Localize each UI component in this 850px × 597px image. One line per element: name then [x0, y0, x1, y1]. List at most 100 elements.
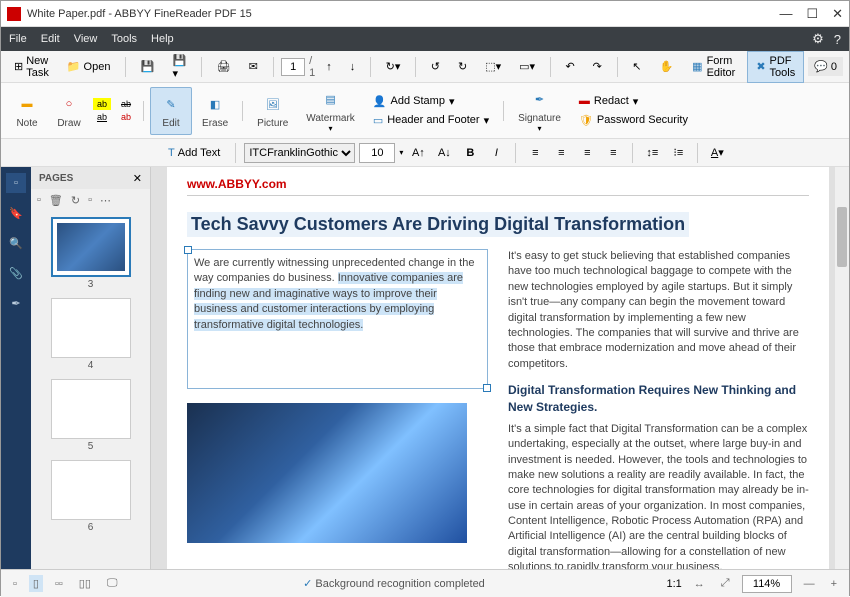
selected-textbox[interactable]: We are currently witnessing unprecedente…: [187, 249, 488, 389]
increase-font-button[interactable]: A↑: [407, 143, 429, 163]
help-icon[interactable]: ?: [834, 32, 841, 47]
menu-edit[interactable]: Edit: [41, 33, 60, 45]
menu-tools[interactable]: Tools: [111, 33, 137, 45]
new-task-button[interactable]: ⊞New Task: [7, 51, 56, 83]
bullet-list-button[interactable]: ⁝≡: [667, 143, 689, 163]
fullscreen-button[interactable]: 🖵: [103, 575, 122, 592]
undo-button[interactable]: ↶: [558, 56, 581, 77]
fit-page-button[interactable]: ⤢: [717, 575, 734, 592]
line-spacing-button[interactable]: ↕≡: [641, 143, 663, 163]
search-button[interactable]: 🔍: [6, 233, 26, 253]
attachments-button[interactable]: 📎: [6, 263, 26, 283]
thumbnail-3[interactable]: 3: [37, 217, 144, 290]
delete-page-button[interactable]: 🗑: [49, 194, 63, 207]
crop-button[interactable]: ⬚▾: [478, 56, 508, 77]
ratio-label: 1:1: [666, 578, 681, 590]
pages-panel-button[interactable]: ▫: [6, 173, 26, 193]
menu-view[interactable]: View: [74, 33, 98, 45]
fit-width-button[interactable]: ↔: [690, 576, 709, 592]
align-right-button[interactable]: ≡: [576, 143, 598, 163]
page-down-button[interactable]: ↓: [343, 57, 363, 77]
print-button[interactable]: 🖨: [210, 56, 238, 77]
page-up-button[interactable]: ↑: [319, 57, 339, 77]
font-size-input[interactable]: [359, 143, 395, 163]
menubar: File Edit View Tools Help ⚙ ?: [1, 27, 849, 51]
zoom-out-button[interactable]: —: [800, 576, 819, 592]
align-left-button[interactable]: ≡: [524, 143, 546, 163]
align-center-button[interactable]: ≡: [550, 143, 572, 163]
document-view[interactable]: www.ABBYY.com Tech Savvy Customers Are D…: [151, 167, 849, 569]
thumbnail-5[interactable]: 5: [37, 379, 144, 452]
tools-icon: ✖: [756, 60, 765, 73]
zoom-in-button[interactable]: +: [827, 576, 841, 592]
signatures-button[interactable]: ✒: [6, 293, 26, 313]
save-button[interactable]: 💾: [134, 56, 162, 77]
highlight-button[interactable]: ab: [93, 111, 111, 123]
email-button[interactable]: ✉: [242, 56, 265, 77]
page-count: / 1: [309, 55, 315, 79]
add-page-button[interactable]: ▫: [37, 194, 41, 206]
signature-button[interactable]: ✒Signature▾: [510, 87, 569, 135]
add-text-button[interactable]: TAdd Text: [161, 143, 227, 163]
page-number-input[interactable]: [281, 58, 305, 76]
highlight-yellow-button[interactable]: ab: [93, 98, 111, 110]
two-continuous-button[interactable]: ▯▯: [75, 575, 95, 592]
redact-button[interactable]: ▬Redact▾: [577, 93, 690, 110]
note-button[interactable]: ▬Note: [7, 87, 47, 135]
menu-file[interactable]: File: [9, 33, 27, 45]
rotate-right-button[interactable]: ↻: [451, 56, 474, 77]
password-security-button[interactable]: 🛡Password Security: [577, 112, 690, 129]
page-tool-button[interactable]: ▭▾: [512, 56, 542, 77]
picture-button[interactable]: 🖼Picture: [249, 87, 296, 135]
doc-image[interactable]: [187, 403, 467, 543]
zoom-input[interactable]: [742, 575, 792, 593]
minimize-button[interactable]: —: [779, 6, 792, 22]
draw-button[interactable]: ○Draw: [49, 87, 89, 135]
thumbnail-4[interactable]: 4: [37, 298, 144, 371]
more-button[interactable]: ⋯: [100, 194, 111, 207]
thumbnail-6[interactable]: 6: [37, 460, 144, 533]
doc-paragraph[interactable]: It's a simple fact that Digital Transfor…: [508, 422, 809, 569]
strikeout-button[interactable]: ab: [117, 98, 135, 110]
maximize-button[interactable]: ☐: [806, 6, 818, 22]
continuous-button[interactable]: ▯: [29, 575, 43, 592]
close-button[interactable]: ✕: [832, 6, 843, 22]
pdf-tools-button[interactable]: ✖PDF Tools: [747, 51, 804, 83]
pointer-button[interactable]: ↖: [625, 56, 648, 77]
form-editor-button[interactable]: ▦Form Editor: [684, 52, 743, 82]
align-justify-button[interactable]: ≡: [602, 143, 624, 163]
watermark-button[interactable]: ▤Watermark▾: [298, 87, 363, 135]
doc-subheading[interactable]: Digital Transformation Requires New Thin…: [508, 382, 809, 416]
comments-button[interactable]: 💬0: [808, 57, 843, 76]
form-icon: ▦: [692, 60, 702, 73]
header-footer-button[interactable]: ▭Header and Footer▾: [371, 112, 491, 129]
rotate-button[interactable]: ↻▾: [379, 56, 408, 77]
open-button[interactable]: 📁Open: [60, 56, 118, 77]
save-as-button[interactable]: 💾▾: [166, 50, 194, 84]
add-stamp-button[interactable]: 👤Add Stamp▾: [371, 93, 491, 110]
bookmarks-button[interactable]: 🔖: [6, 203, 26, 223]
main-toolbar: ⊞New Task 📁Open 💾 💾▾ 🖨 ✉ / 1 ↑ ↓ ↻▾ ↺ ↻ …: [1, 51, 849, 83]
rotate-page-button[interactable]: ↻: [71, 194, 80, 207]
settings-icon[interactable]: ⚙: [812, 31, 824, 47]
decrease-font-button[interactable]: A↓: [433, 143, 455, 163]
hand-button[interactable]: ✋: [652, 56, 680, 77]
erase-button[interactable]: ◧Erase: [194, 87, 236, 135]
italic-button[interactable]: I: [485, 143, 507, 163]
menu-help[interactable]: Help: [151, 33, 174, 45]
font-color-button[interactable]: A▾: [706, 143, 728, 163]
panel-title: PAGES: [39, 173, 133, 184]
redo-button[interactable]: ↷: [586, 56, 609, 77]
vertical-scrollbar[interactable]: [835, 167, 849, 569]
edit-button[interactable]: ✎Edit: [150, 87, 192, 135]
bold-button[interactable]: B: [459, 143, 481, 163]
two-page-button[interactable]: ▫▫: [51, 576, 67, 592]
insert-text-button[interactable]: ab: [117, 111, 135, 123]
font-select[interactable]: ITCFranklinGothic: [244, 143, 355, 163]
doc-heading[interactable]: Tech Savvy Customers Are Driving Digital…: [187, 212, 689, 237]
doc-paragraph[interactable]: It's easy to get stuck believing that es…: [508, 249, 809, 372]
extract-page-button[interactable]: ▫: [88, 194, 92, 206]
close-panel-button[interactable]: ✕: [133, 172, 142, 185]
rotate-left-button[interactable]: ↺: [424, 56, 447, 77]
single-page-button[interactable]: ▫: [9, 576, 21, 592]
